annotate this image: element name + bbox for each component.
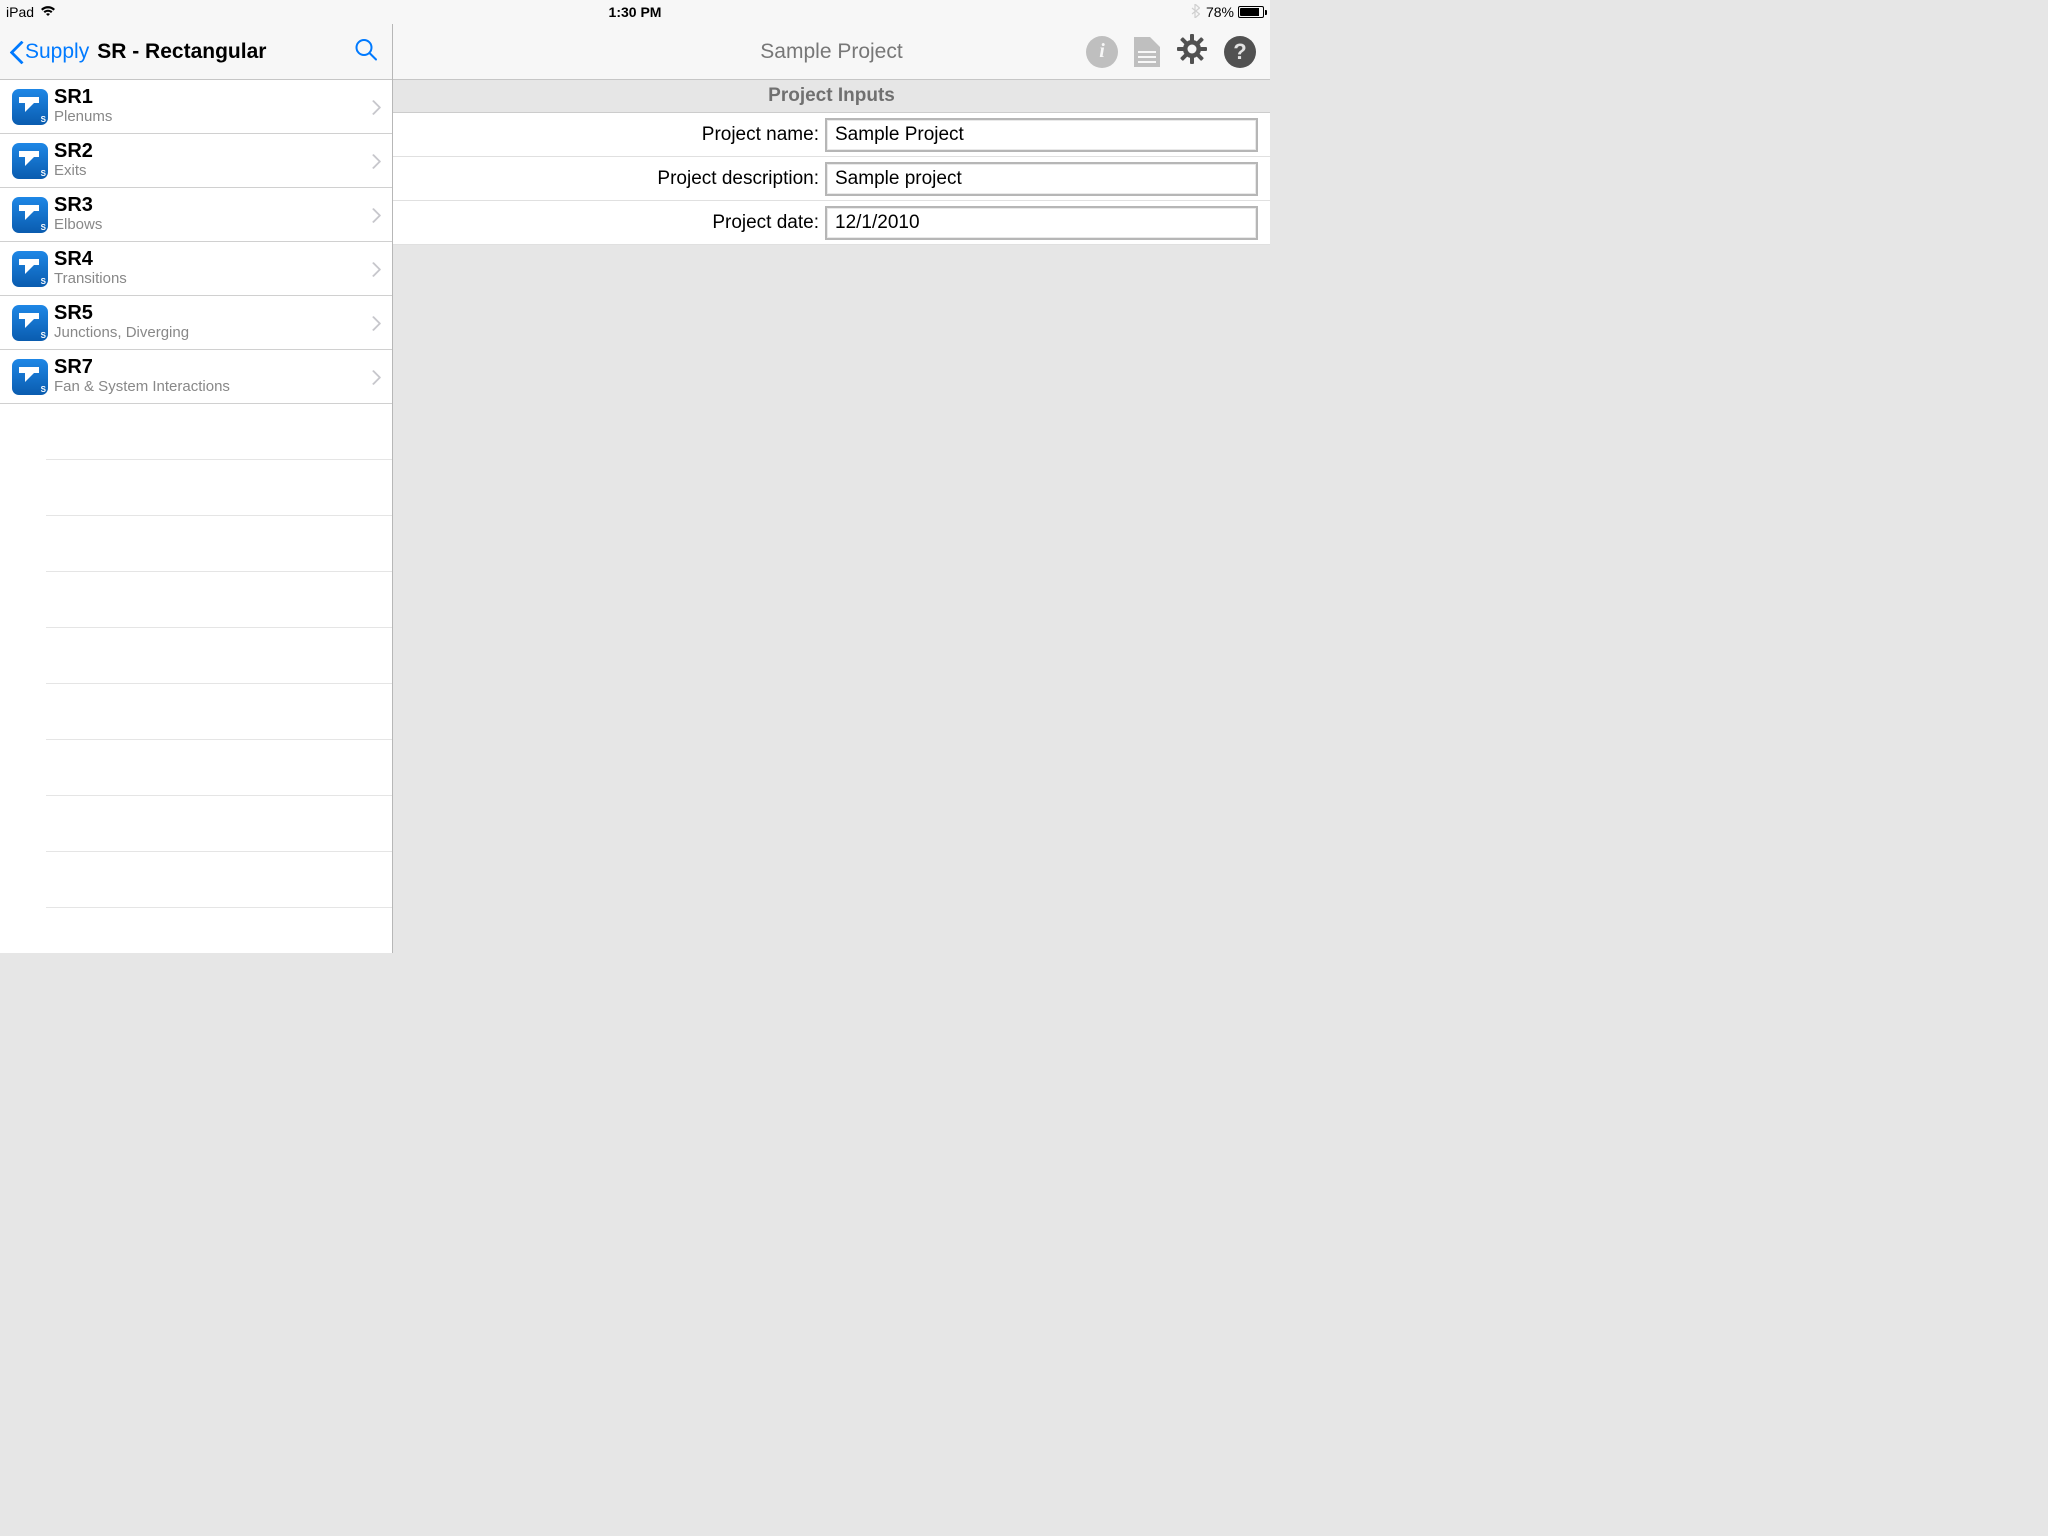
main-panel: Sample Project i — [393, 24, 1270, 953]
list-item-title: SR4 — [54, 249, 370, 270]
empty-row — [46, 404, 392, 460]
empty-row — [46, 628, 392, 684]
list-item-sub: Fan & System Interactions — [54, 378, 370, 395]
field-label: Project name: — [409, 124, 825, 146]
field-input-0[interactable] — [825, 118, 1258, 152]
list-item-sub: Exits — [54, 162, 370, 179]
section-header: Project Inputs — [393, 80, 1270, 113]
page-title: Sample Project — [760, 40, 902, 64]
list-item-text: SR2Exits — [54, 141, 370, 179]
wifi-icon — [40, 5, 56, 20]
field-label: Project description: — [409, 168, 825, 190]
list-item-sub: Transitions — [54, 270, 370, 287]
empty-row — [46, 908, 392, 953]
document-button[interactable] — [1134, 37, 1160, 67]
empty-row — [46, 740, 392, 796]
list-item-text: SR4Transitions — [54, 249, 370, 287]
sidebar-list[interactable]: SSR1PlenumsSSR2ExitsSSR3ElbowsSSR4Transi… — [0, 80, 392, 953]
settings-button[interactable] — [1176, 33, 1208, 70]
status-time: 1:30 PM — [609, 4, 662, 20]
field-input-1[interactable] — [825, 162, 1258, 196]
list-item[interactable]: SSR7Fan & System Interactions — [0, 350, 392, 404]
list-item-title: SR5 — [54, 303, 370, 324]
list-item-title: SR2 — [54, 141, 370, 162]
duct-icon: S — [12, 305, 48, 341]
list-item-text: SR3Elbows — [54, 195, 370, 233]
list-item-sub: Elbows — [54, 216, 370, 233]
field-input-2[interactable] — [825, 206, 1258, 240]
list-item[interactable]: SSR1Plenums — [0, 80, 392, 134]
empty-row — [46, 852, 392, 908]
back-label: Supply — [25, 40, 89, 64]
list-item[interactable]: SSR4Transitions — [0, 242, 392, 296]
search-icon — [354, 37, 378, 61]
help-button[interactable]: ? — [1224, 36, 1256, 68]
sidebar: Supply SR - Rectangular SSR1PlenumsSSR2E… — [0, 24, 393, 953]
duct-icon: S — [12, 89, 48, 125]
list-item-text: SR7Fan & System Interactions — [54, 357, 370, 395]
chevron-right-icon — [370, 369, 380, 385]
empty-row — [46, 684, 392, 740]
chevron-right-icon — [370, 207, 380, 223]
form-row: Project date: — [393, 201, 1270, 245]
main-actions: i — [1086, 33, 1256, 70]
list-item-title: SR3 — [54, 195, 370, 216]
duct-icon: S — [12, 359, 48, 395]
chevron-left-icon — [10, 41, 23, 63]
sidebar-navbar: Supply SR - Rectangular — [0, 24, 392, 80]
battery-percent: 78% — [1206, 4, 1234, 20]
status-right: 78% — [1191, 4, 1264, 21]
status-left: iPad — [6, 4, 56, 20]
sidebar-title: SR - Rectangular — [97, 40, 266, 64]
field-label: Project date: — [409, 212, 825, 234]
list-item-title: SR7 — [54, 357, 370, 378]
list-item-title: SR1 — [54, 87, 370, 108]
empty-row — [46, 572, 392, 628]
question-icon: ? — [1233, 39, 1246, 65]
duct-icon: S — [12, 251, 48, 287]
list-item-text: SR5Junctions, Diverging — [54, 303, 370, 341]
list-item[interactable]: SSR3Elbows — [0, 188, 392, 242]
list-item-sub: Plenums — [54, 108, 370, 125]
chevron-right-icon — [370, 315, 380, 331]
empty-row — [46, 516, 392, 572]
list-item-text: SR1Plenums — [54, 87, 370, 125]
chevron-right-icon — [370, 153, 380, 169]
device-label: iPad — [6, 4, 34, 20]
status-bar: iPad 1:30 PM 78% — [0, 0, 1270, 24]
battery-icon — [1238, 6, 1264, 18]
list-item[interactable]: SSR2Exits — [0, 134, 392, 188]
chevron-right-icon — [370, 99, 380, 115]
main-navbar: Sample Project i — [393, 24, 1270, 80]
list-item-sub: Junctions, Diverging — [54, 324, 370, 341]
chevron-right-icon — [370, 261, 380, 277]
empty-row — [46, 460, 392, 516]
search-button[interactable] — [354, 37, 378, 66]
duct-icon: S — [12, 143, 48, 179]
form-row: Project name: — [393, 113, 1270, 157]
duct-icon: S — [12, 197, 48, 233]
gear-icon — [1176, 33, 1208, 65]
empty-row — [46, 796, 392, 852]
bluetooth-icon — [1191, 4, 1200, 21]
form-row: Project description: — [393, 157, 1270, 201]
list-item[interactable]: SSR5Junctions, Diverging — [0, 296, 392, 350]
info-icon: i — [1099, 40, 1105, 63]
back-button[interactable]: Supply — [10, 40, 89, 64]
form: Project name: Project description: Project… — [393, 113, 1270, 245]
info-button[interactable]: i — [1086, 36, 1118, 68]
